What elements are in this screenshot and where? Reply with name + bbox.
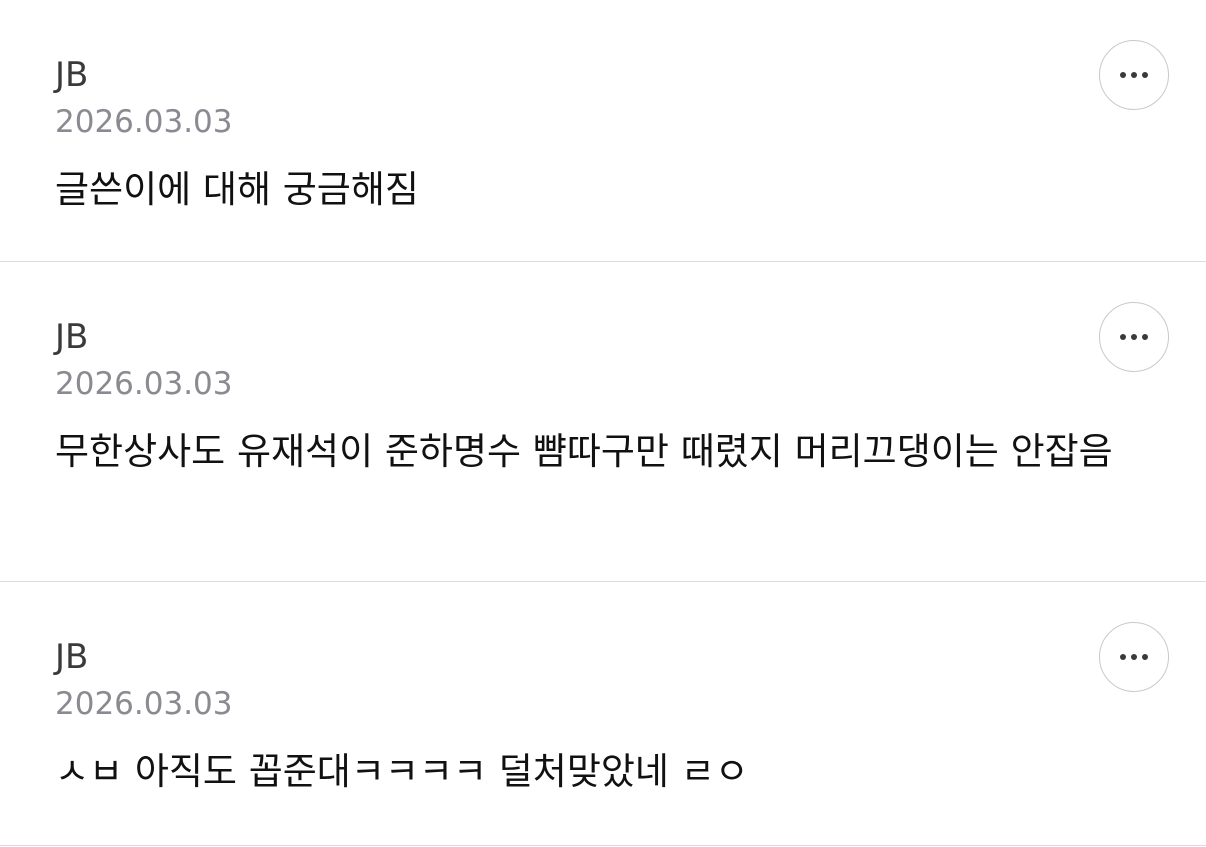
comment-item: JB 2026.03.03 글쓴이에 대해 궁금해짐 — [0, 0, 1206, 262]
comment-item: JB 2026.03.03 ㅅㅂ 아직도 꼽준대ㅋㅋㅋㅋ 덜처맞았네 ㄹㅇ — [0, 582, 1206, 846]
comment-author[interactable]: JB — [55, 55, 1110, 95]
more-horizontal-icon — [1120, 334, 1148, 340]
comment-list: JB 2026.03.03 글쓴이에 대해 궁금해짐 JB 2026.03.03… — [0, 0, 1206, 846]
comment-author[interactable]: JB — [55, 637, 1110, 677]
comment-text: ㅅㅂ 아직도 꼽준대ㅋㅋㅋㅋ 덜처맞았네 ㄹㅇ — [55, 750, 749, 793]
more-horizontal-icon — [1120, 72, 1148, 78]
comment-date: 2026.03.03 — [55, 686, 233, 722]
comment-text: 무한상사도 유재석이 준하명수 뺨따구만 때렸지 머리끄댕이는 안잡음 — [55, 430, 1113, 473]
comment-more-button[interactable] — [1099, 622, 1169, 692]
more-horizontal-icon — [1120, 654, 1148, 660]
comment-text: 글쓴이에 대해 궁금해짐 — [55, 168, 419, 211]
comment-author[interactable]: JB — [55, 317, 1110, 357]
comment-date: 2026.03.03 — [55, 104, 233, 140]
comment-date: 2026.03.03 — [55, 366, 233, 402]
comment-more-button[interactable] — [1099, 302, 1169, 372]
comment-more-button[interactable] — [1099, 40, 1169, 110]
comment-item: JB 2026.03.03 무한상사도 유재석이 준하명수 뺨따구만 때렸지 머… — [0, 262, 1206, 582]
